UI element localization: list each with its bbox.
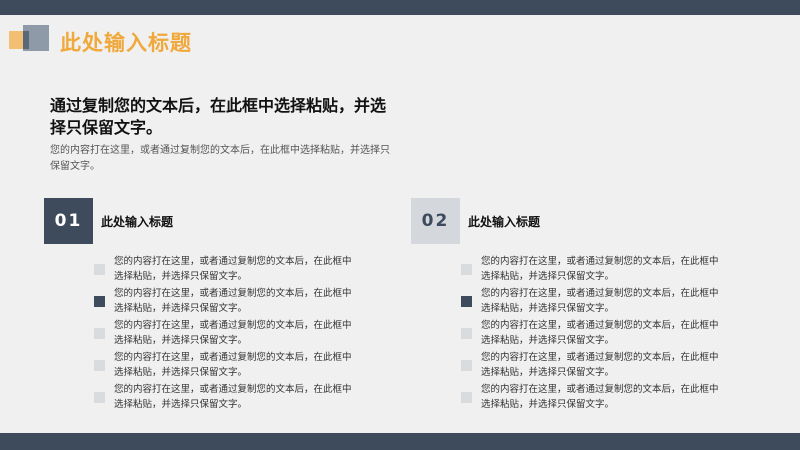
logo-icon: [9, 25, 51, 57]
bullet-square-icon: [94, 328, 105, 339]
list-item: 您的内容打在这里，或者通过复制您的文本后，在此框中选择粘贴，并选择只保留文字。: [461, 286, 723, 318]
list-item: 您的内容打在这里，或者通过复制您的文本后，在此框中选择粘贴，并选择只保留文字。: [94, 382, 356, 414]
bullet-square-icon: [461, 392, 472, 403]
logo-overlap: [23, 31, 29, 49]
bullet-square-icon: [94, 296, 105, 307]
list-item: 您的内容打在这里，或者通过复制您的文本后，在此框中选择粘贴，并选择只保留文字。: [94, 350, 356, 382]
bottom-bar: [0, 433, 800, 450]
list-item-text: 您的内容打在这里，或者通过复制您的文本后，在此框中选择粘贴，并选择只保留文字。: [481, 320, 719, 346]
section-item-list: 您的内容打在这里，或者通过复制您的文本后，在此框中选择粘贴，并选择只保留文字。 …: [94, 254, 356, 414]
section-number-box: 01: [44, 198, 93, 244]
list-item: 您的内容打在这里，或者通过复制您的文本后，在此框中选择粘贴，并选择只保留文字。: [461, 318, 723, 350]
headline: 通过复制您的文本后，在此框中选择粘贴，并选择只保留文字。: [50, 96, 387, 137]
top-bar: [0, 0, 800, 15]
bullet-square-icon: [94, 392, 105, 403]
section-number-box: 02: [411, 198, 460, 244]
list-item: 您的内容打在这里，或者通过复制您的文本后，在此框中选择粘贴，并选择只保留文字。: [461, 254, 723, 286]
list-item: 您的内容打在这里，或者通过复制您的文本后，在此框中选择粘贴，并选择只保留文字。: [94, 254, 356, 286]
list-item: 您的内容打在这里，或者通过复制您的文本后，在此框中选择粘贴，并选择只保留文字。: [94, 318, 356, 350]
list-item-text: 您的内容打在这里，或者通过复制您的文本后，在此框中选择粘贴，并选择只保留文字。: [114, 352, 352, 378]
list-item-text: 您的内容打在这里，或者通过复制您的文本后，在此框中选择粘贴，并选择只保留文字。: [481, 256, 719, 282]
intro-text: 您的内容打在这里，或者通过复制您的文本后，在此框中选择粘贴，并选择只保留文字。: [50, 145, 390, 172]
list-item-text: 您的内容打在这里，或者通过复制您的文本后，在此框中选择粘贴，并选择只保留文字。: [114, 256, 352, 282]
section-item-list: 您的内容打在这里，或者通过复制您的文本后，在此框中选择粘贴，并选择只保留文字。 …: [461, 254, 723, 414]
list-item-text: 您的内容打在这里，或者通过复制您的文本后，在此框中选择粘贴，并选择只保留文字。: [481, 288, 719, 314]
list-item-text: 您的内容打在这里，或者通过复制您的文本后，在此框中选择粘贴，并选择只保留文字。: [114, 288, 352, 314]
list-item-text: 您的内容打在这里，或者通过复制您的文本后，在此框中选择粘贴，并选择只保留文字。: [114, 384, 352, 410]
page-title: 此处输入标题: [60, 31, 192, 55]
bullet-square-icon: [461, 296, 472, 307]
list-item-text: 您的内容打在这里，或者通过复制您的文本后，在此框中选择粘贴，并选择只保留文字。: [114, 320, 352, 346]
bullet-square-icon: [461, 328, 472, 339]
section-title: 此处输入标题: [468, 215, 541, 229]
bullet-square-icon: [461, 360, 472, 371]
list-item: 您的内容打在这里，或者通过复制您的文本后，在此框中选择粘贴，并选择只保留文字。: [461, 382, 723, 414]
bullet-square-icon: [94, 360, 105, 371]
bullet-square-icon: [94, 264, 105, 275]
list-item-text: 您的内容打在这里，或者通过复制您的文本后，在此框中选择粘贴，并选择只保留文字。: [481, 352, 719, 378]
bullet-square-icon: [461, 264, 472, 275]
list-item: 您的内容打在这里，或者通过复制您的文本后，在此框中选择粘贴，并选择只保留文字。: [94, 286, 356, 318]
list-item: 您的内容打在这里，或者通过复制您的文本后，在此框中选择粘贴，并选择只保留文字。: [461, 350, 723, 382]
list-item-text: 您的内容打在这里，或者通过复制您的文本后，在此框中选择粘贴，并选择只保留文字。: [481, 384, 719, 410]
section-title: 此处输入标题: [101, 215, 174, 229]
